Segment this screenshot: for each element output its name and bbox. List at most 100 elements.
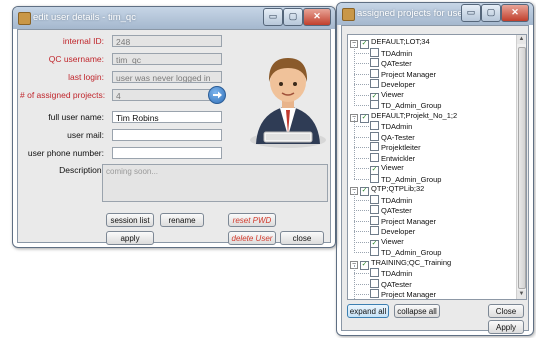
- role-node[interactable]: QATester: [370, 278, 412, 289]
- expand-all-button[interactable]: expand all: [347, 304, 389, 318]
- role-checkbox[interactable]: [370, 47, 379, 57]
- projects-tree[interactable]: ▲ ▼ − ✓ DEFAULT;LOT;34 TDAdmin QATester Proje…: [347, 34, 527, 300]
- role-checkbox[interactable]: [370, 121, 379, 130]
- session-list-button[interactable]: session list: [106, 213, 154, 227]
- app-icon: [18, 12, 31, 25]
- role-label: TDAdmin: [381, 195, 413, 205]
- tree-connector: [354, 147, 369, 148]
- tree-connector: [354, 241, 369, 243]
- role-node[interactable]: Entwickler: [370, 152, 415, 163]
- project-checkbox[interactable]: ✓: [360, 187, 369, 196]
- project-node[interactable]: − ✓ QTP;QTPLib;32: [350, 184, 424, 196]
- role-node[interactable]: Developer: [370, 79, 415, 89]
- projects-maximize-button[interactable]: ▢: [481, 4, 501, 22]
- project-node[interactable]: − ✓ TRAINING;QC_Training: [350, 258, 451, 270]
- role-label: Developer: [381, 80, 416, 89]
- role-node[interactable]: Project Manager: [370, 289, 436, 299]
- project-checkbox[interactable]: ✓: [360, 260, 369, 270]
- project-node[interactable]: − ✓ DEFAULT;Projekt_No_1;2: [350, 111, 457, 123]
- project-checkbox[interactable]: ✓: [360, 40, 369, 49]
- role-node[interactable]: Project Manager: [370, 68, 436, 79]
- role-node[interactable]: TD_Admin_Group: [370, 100, 441, 110]
- close-button[interactable]: close: [280, 231, 324, 245]
- role-node[interactable]: TDAdmin: [370, 121, 412, 131]
- apply-button[interactable]: apply: [106, 231, 154, 245]
- role-checkbox[interactable]: [370, 194, 379, 204]
- tree-connector: [354, 294, 369, 295]
- tree-connector: [354, 126, 369, 127]
- user-phone-label: user phone number:: [27, 148, 104, 158]
- role-node[interactable]: Project Manager: [370, 215, 437, 226]
- role-checkbox[interactable]: [370, 131, 379, 141]
- role-node[interactable]: TD_Admin_Group: [370, 173, 441, 184]
- projects-apply-button[interactable]: Apply: [488, 320, 524, 334]
- user-avatar: [246, 40, 330, 152]
- description-label: Description:: [59, 165, 104, 175]
- tree-connector: [354, 231, 369, 232]
- role-label: Viewer: [381, 163, 404, 172]
- role-node[interactable]: Projektleiter: [370, 142, 421, 152]
- title-bar[interactable]: edit user details - tim_qc ▭ ▢ ✕: [13, 7, 335, 29]
- scroll-thumb[interactable]: [518, 47, 526, 289]
- role-checkbox[interactable]: [370, 100, 379, 109]
- rename-button[interactable]: rename: [160, 213, 204, 227]
- role-checkbox[interactable]: [370, 68, 379, 78]
- role-checkbox[interactable]: [370, 289, 379, 298]
- projects-minimize-button[interactable]: ▭: [461, 4, 481, 22]
- role-node[interactable]: ✓ Viewer: [370, 237, 404, 249]
- user-mail-field[interactable]: [112, 129, 222, 141]
- tree-connector: [354, 94, 369, 96]
- delete-user-button[interactable]: delete User: [228, 231, 276, 245]
- role-checkbox[interactable]: [370, 152, 379, 162]
- projects-window-title: assigned projects for user: [357, 8, 466, 19]
- role-checkbox[interactable]: [370, 58, 379, 67]
- internal-id-field: 248: [112, 35, 222, 47]
- role-checkbox[interactable]: [370, 226, 379, 235]
- role-checkbox[interactable]: [370, 278, 379, 288]
- tree-connector: [354, 191, 355, 253]
- role-node[interactable]: QATester: [370, 205, 412, 215]
- projects-close-window-button[interactable]: ✕: [501, 4, 529, 22]
- role-checkbox[interactable]: [370, 300, 379, 301]
- tree-scrollbar[interactable]: ▲ ▼: [516, 35, 526, 299]
- full-user-name-field[interactable]: Tim Robins: [112, 111, 222, 123]
- description-textarea[interactable]: coming soon...: [102, 164, 328, 202]
- role-node[interactable]: TDAdmin: [370, 194, 413, 205]
- role-node[interactable]: ✓ Viewer: [370, 163, 404, 175]
- tree-connector: [354, 44, 355, 106]
- role-node[interactable]: Developer: [370, 300, 415, 301]
- role-node[interactable]: QATester: [370, 58, 412, 68]
- collapse-all-button[interactable]: collapse all: [394, 304, 440, 318]
- role-node[interactable]: QA-Tester: [370, 131, 415, 142]
- role-checkbox[interactable]: [370, 215, 379, 225]
- role-node[interactable]: ✓ Viewer: [370, 90, 404, 102]
- arrow-right-icon[interactable]: [208, 86, 226, 104]
- scroll-up-icon[interactable]: ▲: [517, 35, 526, 44]
- reset-pwd-button[interactable]: reset PWD: [228, 213, 276, 227]
- user-phone-field[interactable]: [112, 147, 222, 159]
- scroll-down-icon[interactable]: ▼: [517, 290, 526, 299]
- tree-connector: [354, 84, 369, 85]
- role-checkbox[interactable]: [370, 268, 379, 277]
- maximize-button[interactable]: ▢: [283, 8, 303, 26]
- projects-close-button[interactable]: Close: [488, 304, 524, 318]
- role-node[interactable]: TDAdmin: [370, 47, 413, 58]
- project-node[interactable]: − ✓ DEFAULT;LOT;34: [350, 37, 430, 49]
- role-node[interactable]: Developer: [370, 226, 415, 236]
- project-checkbox[interactable]: ✓: [360, 113, 369, 123]
- role-label: TDAdmin: [381, 48, 413, 58]
- project-label: DEFAULT;LOT;34: [371, 37, 430, 46]
- role-node[interactable]: TDAdmin: [370, 268, 412, 278]
- role-checkbox[interactable]: [370, 205, 379, 214]
- close-window-button[interactable]: ✕: [303, 8, 331, 26]
- minimize-button[interactable]: ▭: [263, 8, 283, 26]
- role-checkbox[interactable]: [370, 79, 379, 88]
- tree-connector: [354, 118, 355, 179]
- projects-title-bar[interactable]: assigned projects for user ▭ ▢ ✕: [337, 3, 533, 25]
- role-checkbox[interactable]: [370, 173, 379, 183]
- role-label: Project Manager: [381, 216, 437, 226]
- role-checkbox[interactable]: [370, 247, 379, 256]
- role-node[interactable]: TD_Admin_Group: [370, 247, 441, 257]
- role-checkbox[interactable]: [370, 142, 379, 151]
- role-label: TD_Admin_Group: [381, 248, 442, 257]
